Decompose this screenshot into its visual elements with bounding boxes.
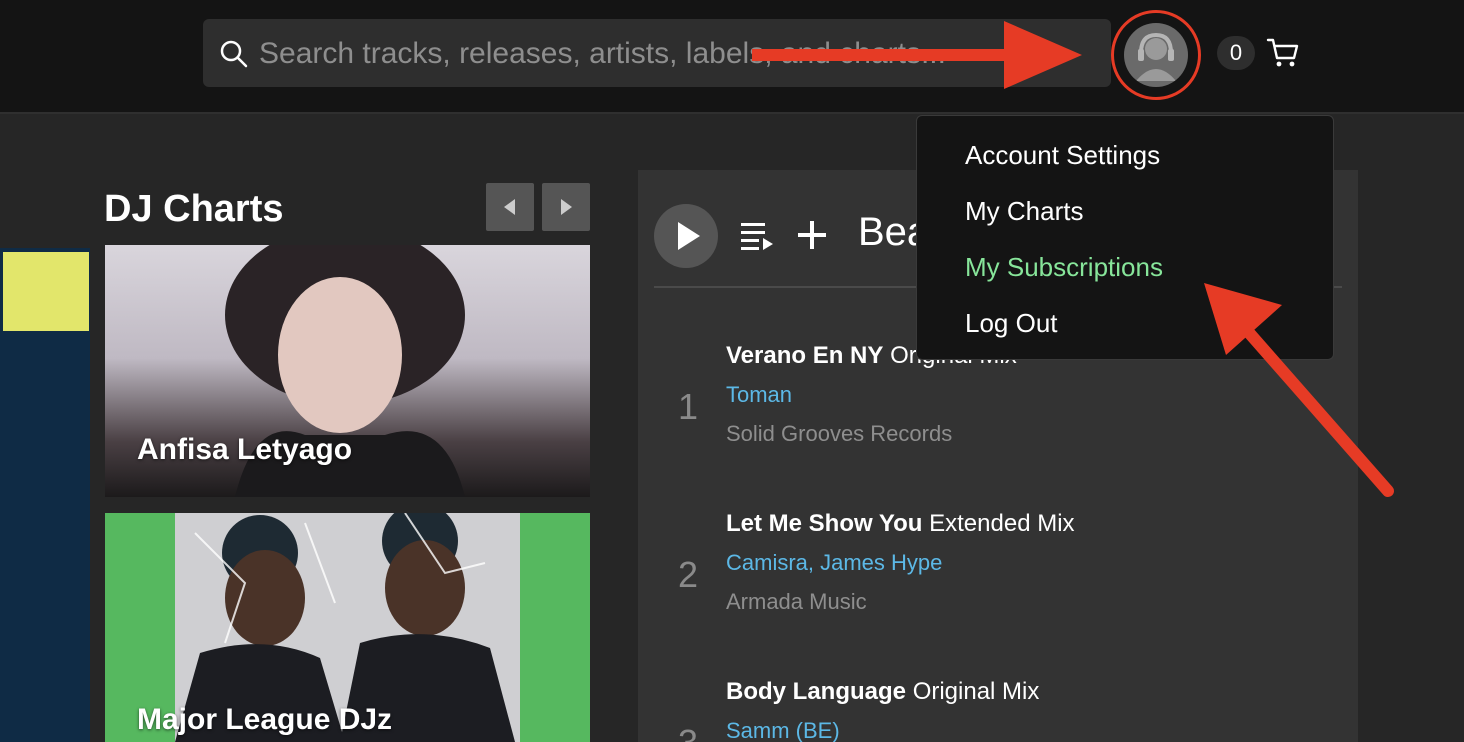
play-button[interactable] (654, 204, 718, 268)
track-artist-link[interactable]: Samm (BE) (726, 718, 840, 742)
dj-chart-card[interactable]: Anfisa Letyago (105, 245, 590, 497)
cart-count-badge[interactable]: 0 (1217, 36, 1255, 70)
track-label-link[interactable]: Solid Grooves Records (726, 421, 952, 447)
dj-chart-card-title: Anfisa Letyago (137, 433, 353, 466)
dj-chart-card-title: Major League DJz (137, 703, 393, 736)
track-title[interactable]: Let Me Show You Extended Mix (726, 510, 1075, 538)
track-artist-link[interactable]: Camisra, James Hype (726, 550, 942, 576)
menu-item-account-settings[interactable]: Account Settings (965, 140, 1160, 171)
avatar-icon (1136, 32, 1176, 81)
top-bar: 0 (0, 0, 1464, 114)
avatar[interactable] (1124, 23, 1188, 87)
track-row[interactable]: 3 Body Language Original Mix Samm (BE) (654, 678, 1342, 742)
chevron-left-icon (504, 199, 515, 215)
track-rank: 1 (678, 386, 699, 427)
carousel-next-button[interactable] (542, 183, 590, 231)
play-icon (678, 222, 700, 250)
track-label-link[interactable]: Armada Music (726, 589, 867, 615)
track-rank: 2 (678, 554, 699, 595)
add-icon[interactable] (796, 218, 828, 252)
chevron-right-icon (561, 199, 572, 215)
featured-thumbnail[interactable] (3, 252, 89, 331)
search-icon (220, 40, 248, 68)
dj-chart-card[interactable]: Major League DJz (105, 513, 590, 742)
track-artist-link[interactable]: Toman (726, 382, 792, 408)
track-row[interactable]: 2 Let Me Show You Extended Mix Camisra, … (654, 510, 1342, 650)
track-rank: 3 (678, 722, 698, 742)
carousel-prev-button[interactable] (486, 183, 534, 231)
track-title[interactable]: Body Language Original Mix (726, 678, 1039, 706)
cart-icon[interactable] (1266, 37, 1300, 69)
menu-item-log-out[interactable]: Log Out (965, 308, 1058, 339)
annotation-arrow-right (752, 21, 1082, 89)
menu-item-my-subscriptions[interactable]: My Subscriptions (965, 252, 1163, 283)
queue-icon[interactable] (740, 220, 776, 252)
menu-item-my-charts[interactable]: My Charts (965, 196, 1083, 227)
dj-charts-heading: DJ Charts (104, 188, 284, 230)
annotation-arrow-up-left (1204, 283, 1394, 497)
